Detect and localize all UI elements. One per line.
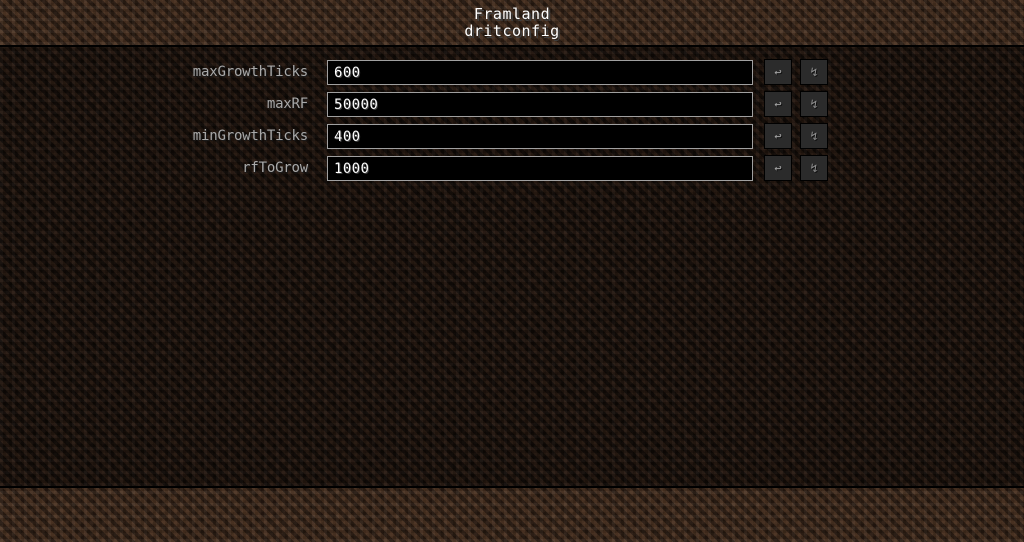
reset-to-default-icon: ↯ [810, 97, 818, 111]
row-undo-button[interactable]: ↩ [764, 91, 792, 117]
config-value-input[interactable] [327, 92, 753, 117]
undo-arrow-icon: ↩ [774, 65, 782, 79]
row-undo-button[interactable]: ↩ [764, 155, 792, 181]
config-list-panel: maxGrowthTicks↩↯maxRF↩↯minGrowthTicks↩↯r… [0, 47, 1024, 486]
row-undo-button[interactable]: ↩ [764, 123, 792, 149]
config-row: maxRF ↩ ↯ [0, 88, 1024, 120]
row-reset-button[interactable]: ↯ [800, 59, 828, 85]
config-value-input[interactable] [327, 156, 753, 181]
page-title: Framland [473, 5, 551, 23]
config-row: minGrowthTicks ↩ ↯ [0, 120, 1024, 152]
config-row-label: maxGrowthTicks [192, 64, 308, 80]
config-row-label: maxRF [266, 96, 308, 112]
page-subtitle: dritconfig [464, 22, 560, 40]
config-row: rfToGrow ↩ ↯ [0, 152, 1024, 184]
config-row-label: rfToGrow [242, 160, 308, 176]
config-value-input[interactable] [327, 124, 753, 149]
undo-arrow-icon: ↩ [774, 161, 782, 175]
row-reset-button[interactable]: ↯ [800, 155, 828, 181]
undo-arrow-icon: ↩ [774, 129, 782, 143]
row-reset-button[interactable]: ↯ [800, 91, 828, 117]
header-titles: Framland dritconfig [0, 6, 1024, 40]
reset-to-default-icon: ↯ [810, 129, 818, 143]
screen-header: Framland dritconfig [0, 0, 1024, 45]
screen-footer: www.9minecraft.net Done ↩ Undo Changes ↯… [0, 488, 1024, 542]
row-reset-button[interactable]: ↯ [800, 123, 828, 149]
config-row-label: minGrowthTicks [192, 128, 308, 144]
config-value-input[interactable] [327, 60, 753, 85]
config-row: maxGrowthTicks ↩ ↯ [0, 56, 1024, 88]
reset-to-default-icon: ↯ [810, 65, 818, 79]
reset-to-default-icon: ↯ [810, 161, 818, 175]
minecraft-config-screen: Framland dritconfig maxGrowthTicks↩↯maxR… [0, 0, 1024, 542]
row-undo-button[interactable]: ↩ [764, 59, 792, 85]
undo-arrow-icon: ↩ [774, 97, 782, 111]
